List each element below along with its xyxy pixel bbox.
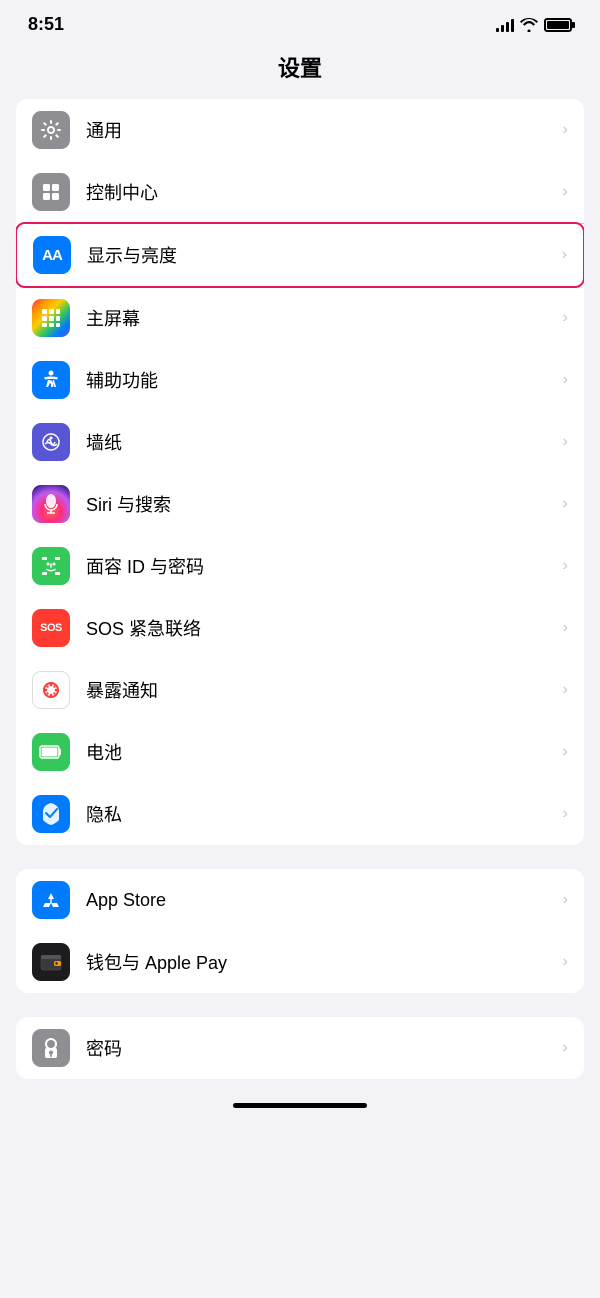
siri-label: Siri 与搜索 [86, 491, 555, 517]
settings-row-exposure[interactable]: 暴露通知 › [16, 659, 584, 721]
faceid-icon [32, 547, 70, 585]
wallet-chevron: › [563, 953, 568, 971]
appstore-label: App Store [86, 890, 555, 911]
display-icon: AA [33, 236, 71, 274]
faceid-label: 面容 ID 与密码 [86, 553, 555, 579]
appstore-chevron: › [563, 891, 568, 909]
home-screen-icon [32, 299, 70, 337]
settings-row-accessibility[interactable]: 辅助功能 › [16, 349, 584, 411]
password-icon [32, 1029, 70, 1067]
settings-row-siri[interactable]: Siri 与搜索 › [16, 473, 584, 535]
privacy-icon [32, 795, 70, 833]
battery-icon [32, 733, 70, 771]
privacy-label: 隐私 [86, 801, 555, 827]
settings-group-3: 密码 › [16, 1017, 584, 1079]
wallet-icon [32, 943, 70, 981]
accessibility-chevron: › [563, 371, 568, 389]
wallpaper-label: 墙纸 [86, 429, 555, 455]
battery-label: 电池 [86, 739, 555, 765]
wallpaper-chevron: › [563, 433, 568, 451]
settings-row-wallpaper[interactable]: 墙纸 › [16, 411, 584, 473]
general-chevron: › [563, 121, 568, 139]
exposure-chevron: › [563, 681, 568, 699]
control-center-icon [32, 173, 70, 211]
status-bar: 8:51 [0, 0, 600, 43]
settings-row-faceid[interactable]: 面容 ID 与密码 › [16, 535, 584, 597]
password-chevron: › [563, 1039, 568, 1057]
settings-row-wallet[interactable]: 钱包与 Apple Pay › [16, 931, 584, 993]
sos-icon: SOS [32, 609, 70, 647]
settings-group-2: App Store › 钱包与 Apple Pay › [16, 869, 584, 993]
settings-row-home-screen[interactable]: 主屏幕 › [16, 287, 584, 349]
settings-row-battery[interactable]: 电池 › [16, 721, 584, 783]
status-time: 8:51 [28, 14, 64, 35]
home-screen-chevron: › [563, 309, 568, 327]
exposure-label: 暴露通知 [86, 677, 555, 703]
settings-row-privacy[interactable]: 隐私 › [16, 783, 584, 845]
home-screen-label: 主屏幕 [86, 305, 555, 331]
home-indicator [233, 1103, 367, 1108]
control-center-label: 控制中心 [86, 179, 555, 205]
siri-icon [32, 485, 70, 523]
accessibility-icon [32, 361, 70, 399]
wallet-label: 钱包与 Apple Pay [86, 949, 555, 975]
sos-label: SOS 紧急联络 [86, 615, 555, 641]
siri-chevron: › [563, 495, 568, 513]
accessibility-label: 辅助功能 [86, 367, 555, 393]
settings-row-display[interactable]: AA 显示与亮度 › [16, 222, 584, 288]
settings-row-appstore[interactable]: App Store › [16, 869, 584, 931]
signal-icon [496, 18, 514, 32]
display-label: 显示与亮度 [87, 242, 554, 268]
control-center-chevron: › [563, 183, 568, 201]
password-label: 密码 [86, 1035, 555, 1061]
wifi-icon [520, 18, 538, 32]
battery-row-chevron: › [563, 743, 568, 761]
general-icon [32, 111, 70, 149]
appstore-icon-bg [32, 881, 70, 919]
settings-row-control-center[interactable]: 控制中心 › [16, 161, 584, 223]
exposure-icon [32, 671, 70, 709]
settings-row-sos[interactable]: SOS SOS 紧急联络 › [16, 597, 584, 659]
settings-row-general[interactable]: 通用 › [16, 99, 584, 161]
status-icons [496, 18, 572, 32]
page-title: 设置 [0, 43, 600, 99]
battery-status-icon [544, 18, 572, 32]
general-label: 通用 [86, 117, 555, 143]
sos-chevron: › [563, 619, 568, 637]
settings-row-password[interactable]: 密码 › [16, 1017, 584, 1079]
display-chevron: › [562, 246, 567, 264]
settings-group-1: 通用 › 控制中心 › AA 显示与亮度 › [16, 99, 584, 845]
faceid-chevron: › [563, 557, 568, 575]
privacy-chevron: › [563, 805, 568, 823]
wallpaper-icon [32, 423, 70, 461]
